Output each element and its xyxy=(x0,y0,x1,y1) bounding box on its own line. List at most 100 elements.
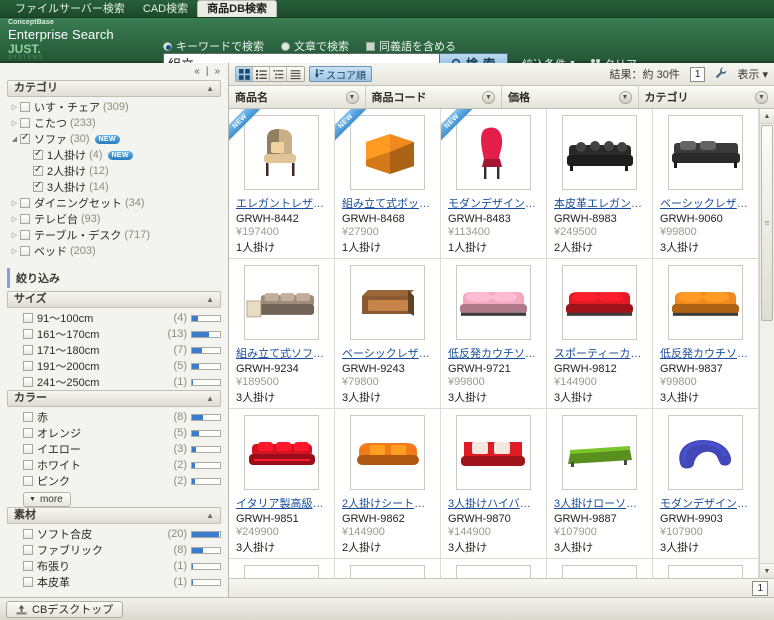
product-card[interactable]: モダンデザインソファ GRWH-9903¥107900 3人掛け xyxy=(653,409,759,559)
facet-item[interactable]: イエロー (3) xyxy=(7,441,221,457)
grid-view-icon[interactable] xyxy=(236,67,253,81)
column-dropdown-icon[interactable]: ▼ xyxy=(755,90,768,104)
product-card-partial[interactable] xyxy=(229,559,335,578)
product-thumbnail[interactable] xyxy=(456,415,531,490)
facet-section-header[interactable]: 素材 ▲ xyxy=(7,507,221,524)
facet-section-header[interactable]: サイズ ▲ xyxy=(7,291,221,308)
category-checkbox[interactable] xyxy=(33,164,43,176)
sidebar-prev-button[interactable]: « xyxy=(194,66,200,77)
category-checkbox[interactable] xyxy=(33,180,43,192)
product-thumbnail[interactable] xyxy=(244,115,319,190)
facet-item[interactable]: ファブリック (8) xyxy=(7,542,221,558)
facet-item[interactable]: 本皮革 (1) xyxy=(7,574,221,590)
product-name-link[interactable]: モダンデザインソファ xyxy=(448,195,539,211)
facet-checkbox[interactable] xyxy=(23,361,33,371)
product-name-link[interactable]: イタリア製高級リクラ… xyxy=(236,495,327,511)
category-checkbox[interactable] xyxy=(20,132,30,144)
product-name-link[interactable]: 3人掛けハイバックソ… xyxy=(448,495,539,511)
facet-checkbox[interactable] xyxy=(23,444,33,454)
facet-item[interactable]: オレンジ (5) xyxy=(7,425,221,441)
facet-checkbox[interactable] xyxy=(23,476,33,486)
product-thumbnail[interactable] xyxy=(244,565,319,578)
facet-item[interactable]: 161～170cm (13) xyxy=(7,326,221,342)
scroll-down-arrow-icon[interactable]: ▼ xyxy=(760,563,774,578)
column-header[interactable]: 価格 ▼ xyxy=(502,86,639,108)
chevron-up-icon[interactable]: ▲ xyxy=(206,80,214,97)
facet-checkbox[interactable] xyxy=(23,428,33,438)
sort-button[interactable]: スコア順 xyxy=(309,66,372,82)
detail-view-icon[interactable] xyxy=(270,67,287,81)
sidebar-next-button[interactable]: » xyxy=(214,66,220,77)
column-dropdown-icon[interactable]: ▼ xyxy=(345,90,359,104)
product-name-link[interactable]: 組み立て式ソファセッ… xyxy=(236,345,327,361)
category-section-header[interactable]: カテゴリ ▲ xyxy=(7,80,221,97)
category-item[interactable]: ▷ ベッド (203) xyxy=(7,243,221,259)
product-card[interactable]: ベーシックレザーソフ… GRWH-9243¥79800 3人掛け xyxy=(335,259,441,409)
column-dropdown-icon[interactable]: ▼ xyxy=(482,90,495,104)
product-thumbnail[interactable] xyxy=(244,415,319,490)
facet-item[interactable]: ピンク (2) xyxy=(7,473,221,489)
product-name-link[interactable]: ベーシックレザーソフ… xyxy=(660,195,751,211)
chevron-up-icon[interactable]: ▲ xyxy=(206,507,214,524)
product-thumbnail[interactable] xyxy=(562,115,637,190)
product-card[interactable]: スポーティーカウチソ… GRWH-9812¥144900 3人掛け xyxy=(547,259,653,409)
category-item[interactable]: ▷ こたつ (233) xyxy=(7,115,221,131)
product-card[interactable]: 組み立て式ソファセッ… GRWH-9234¥189500 3人掛け xyxy=(229,259,335,409)
radio-keyword-search[interactable]: キーワードで検索 xyxy=(163,38,264,54)
facet-more-button[interactable]: ▼ more xyxy=(23,492,71,507)
category-checkbox[interactable] xyxy=(20,102,30,112)
chevron-up-icon[interactable]: ▲ xyxy=(206,390,214,407)
product-name-link[interactable]: 低反発カウチソファ xyxy=(660,345,751,361)
product-name-link[interactable]: スポーティーカウチソ… xyxy=(554,345,645,361)
radio-sentence-search[interactable]: 文章で検索 xyxy=(281,38,349,54)
product-thumbnail[interactable] xyxy=(562,415,637,490)
product-card-partial[interactable] xyxy=(441,559,547,578)
product-thumbnail[interactable] xyxy=(562,265,637,340)
facet-checkbox[interactable] xyxy=(23,545,33,555)
scroll-up-arrow-icon[interactable]: ▲ xyxy=(760,109,774,124)
category-item[interactable]: ▷ いす・チェア (309) xyxy=(7,99,221,115)
product-name-link[interactable]: ベーシックレザーソフ… xyxy=(342,345,433,361)
scrollbar-thumb[interactable] xyxy=(761,125,773,321)
checkbox-include-synonyms[interactable]: 同義語を含める xyxy=(366,38,456,54)
facet-item[interactable]: 191～200cm (5) xyxy=(7,358,221,374)
category-checkbox[interactable] xyxy=(20,214,30,224)
results-vertical-scrollbar[interactable]: ▲ ▼ xyxy=(759,109,774,578)
facet-item[interactable]: ソフト合皮 (20) xyxy=(7,526,221,542)
column-header[interactable]: カテゴリ ▼ xyxy=(639,86,774,108)
facet-item[interactable]: 171～180cm (7) xyxy=(7,342,221,358)
product-thumbnail[interactable] xyxy=(350,415,425,490)
product-card[interactable]: NEW 組み立て式ボックスソ…GRWH-8468¥279001人掛け xyxy=(335,109,441,259)
column-dropdown-icon[interactable]: ▼ xyxy=(618,90,632,104)
category-item[interactable]: ▷ テレビ台 (93) xyxy=(7,211,221,227)
display-menu-button[interactable]: 表示 ▾ xyxy=(737,66,768,82)
product-name-link[interactable]: エレガントレザーソフ… xyxy=(236,195,327,211)
wrench-icon[interactable] xyxy=(715,67,727,82)
product-thumbnail[interactable] xyxy=(668,265,743,340)
product-card[interactable]: 3人掛けハイバックソ… GRWH-9870¥144900 3人掛け xyxy=(441,409,547,559)
product-name-link[interactable]: 3人掛けローソファ xyxy=(554,495,645,511)
facet-checkbox[interactable] xyxy=(23,377,33,387)
page-number-box[interactable]: 1 xyxy=(689,66,706,82)
product-name-link[interactable]: モダンデザインソファ xyxy=(660,495,751,511)
category-item[interactable]: ▷ ダイニングセット (34) xyxy=(7,195,221,211)
product-card-partial[interactable] xyxy=(335,559,441,578)
product-card[interactable]: イタリア製高級リクラ… GRWH-9851¥249900 3人掛け xyxy=(229,409,335,559)
category-checkbox[interactable] xyxy=(20,198,30,208)
category-checkbox[interactable] xyxy=(33,148,43,160)
facet-item[interactable]: 赤 (8) xyxy=(7,409,221,425)
list-view-icon[interactable] xyxy=(253,67,270,81)
category-item[interactable]: 2人掛け(12) xyxy=(7,163,221,179)
facet-checkbox[interactable] xyxy=(23,345,33,355)
facet-checkbox[interactable] xyxy=(23,412,33,422)
tab-0[interactable]: ファイルサーバー検索 xyxy=(6,1,134,17)
product-card[interactable]: ベーシックレザーソフ… GRWH-9060¥99800 3人掛け xyxy=(653,109,759,259)
category-item[interactable]: 1人掛け(4) NEW xyxy=(7,147,221,163)
triangle-right-icon[interactable]: ▷ xyxy=(9,103,20,111)
product-thumbnail[interactable] xyxy=(350,115,425,190)
category-checkbox[interactable] xyxy=(20,246,30,256)
category-item[interactable]: 3人掛け(14) xyxy=(7,179,221,195)
product-thumbnail[interactable] xyxy=(456,265,531,340)
text-view-icon[interactable] xyxy=(287,67,304,81)
column-header[interactable]: 商品コード ▼ xyxy=(366,86,502,108)
